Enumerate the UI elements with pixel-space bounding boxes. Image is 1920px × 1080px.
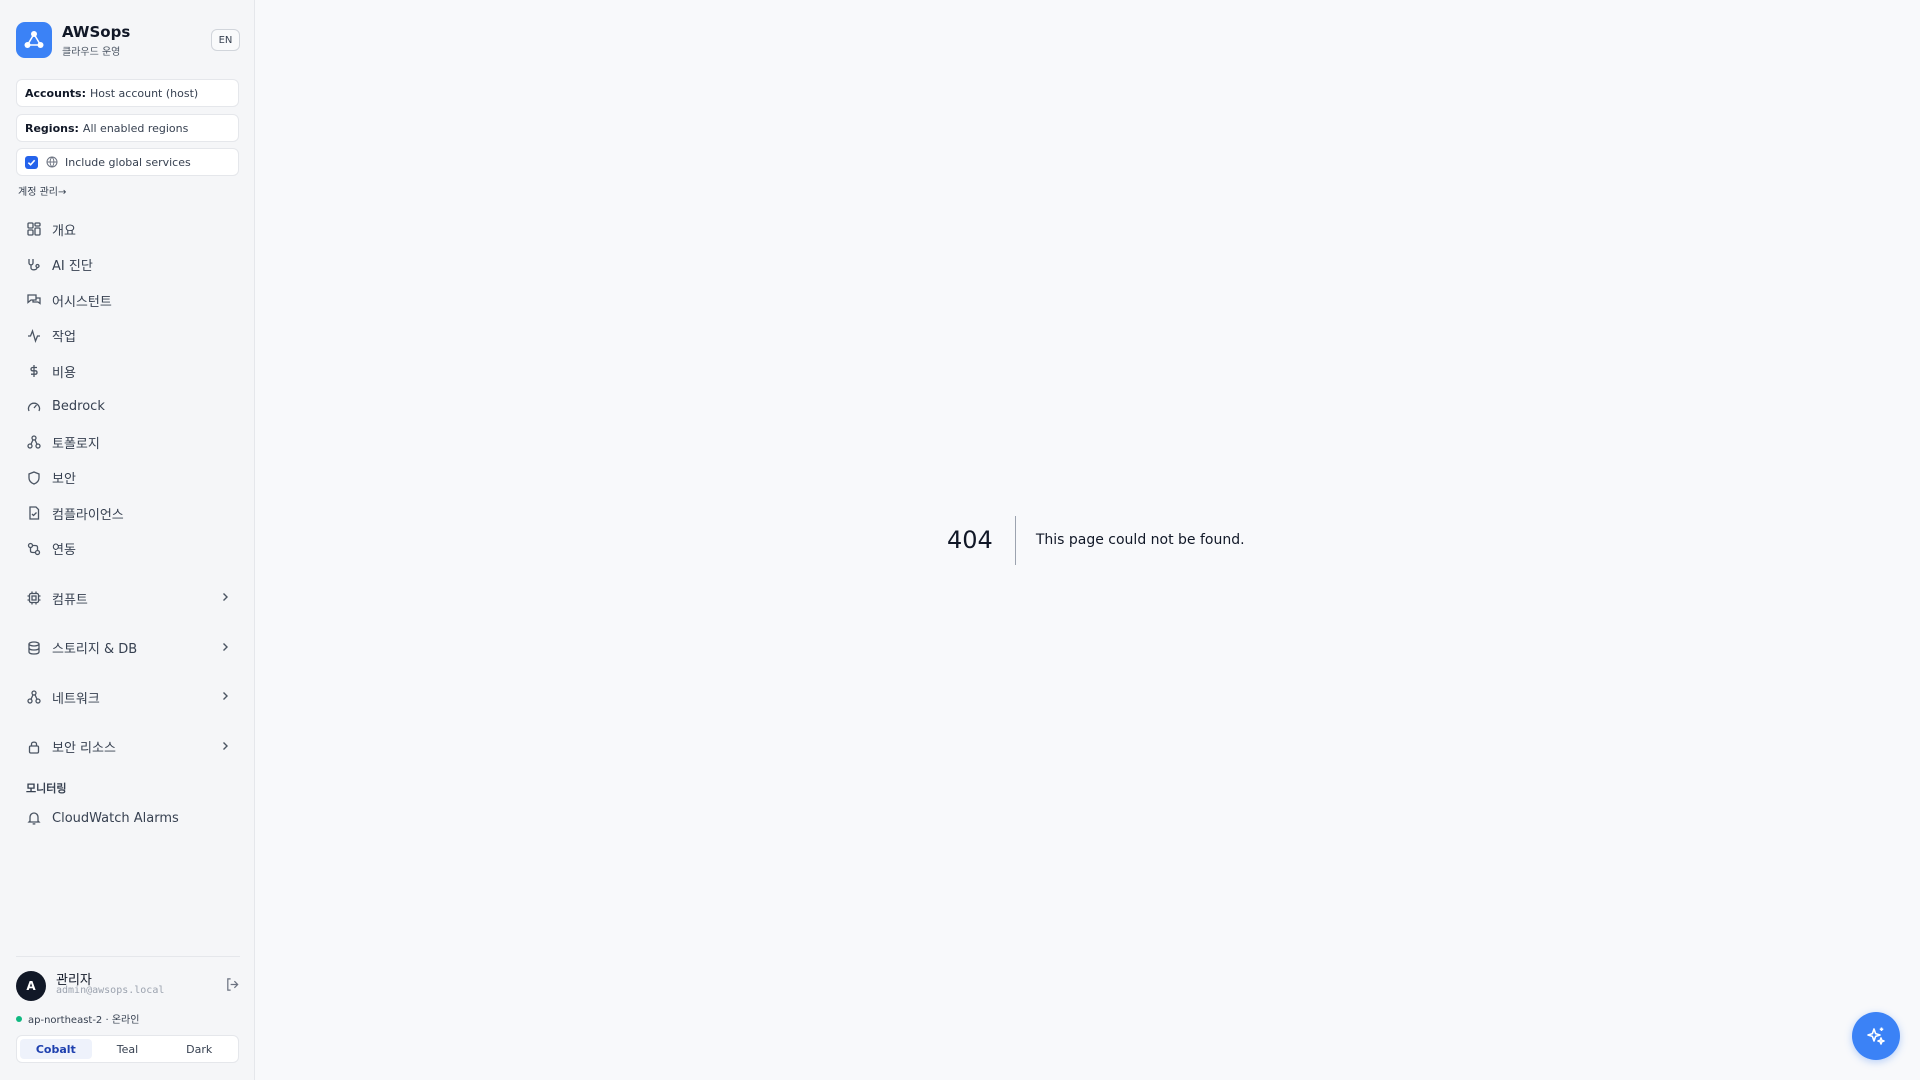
ai-assistant-button[interactable] bbox=[1852, 1012, 1900, 1060]
app-subtitle: 클라우드 운영 bbox=[62, 47, 121, 58]
nav-item-label: 비용 bbox=[52, 365, 76, 381]
error-code: 404 bbox=[947, 526, 993, 554]
nav-item-bedrock[interactable]: Bedrock bbox=[16, 391, 239, 423]
nav-item-label: 작업 bbox=[52, 330, 76, 345]
app-name: AWSops bbox=[62, 23, 131, 41]
nav-item-label: 개요 bbox=[52, 223, 76, 239]
gauge-icon bbox=[26, 399, 42, 415]
account-management-link[interactable]: 계정 관리→ bbox=[18, 183, 66, 198]
nav-item-label: 보안 bbox=[52, 472, 76, 487]
grid-icon bbox=[26, 221, 42, 237]
nav-item-label: Bedrock bbox=[52, 399, 105, 414]
theme-cobalt-button[interactable]: Cobalt bbox=[20, 1039, 92, 1059]
regions-selector[interactable]: Regions: All enabled regions bbox=[16, 114, 239, 142]
bell-icon bbox=[26, 810, 42, 826]
nav-item-label: 연동 bbox=[52, 543, 76, 558]
app-logo-icon bbox=[16, 22, 52, 58]
sidebar: AWSops 클라우드 운영 EN Accounts: Host account… bbox=[0, 0, 255, 1080]
nav-item-compliance[interactable]: 컴플라이언스 bbox=[16, 497, 239, 529]
nav-item-overview[interactable]: 개요 bbox=[16, 213, 239, 245]
shield-icon bbox=[26, 470, 42, 486]
monitoring-section-label: 모니터링 bbox=[26, 782, 67, 795]
nav-item-label: 어시스턴트 bbox=[52, 294, 112, 310]
chevron-right-icon bbox=[219, 641, 231, 653]
not-found-message: 404 This page could not be found. bbox=[947, 515, 1245, 565]
include-global-label: Include global services bbox=[65, 155, 191, 169]
chat-icon bbox=[26, 292, 42, 308]
globe-icon bbox=[46, 156, 58, 168]
network-icon bbox=[26, 689, 42, 705]
link-icon bbox=[26, 541, 42, 557]
theme-switcher: Cobalt Teal Dark bbox=[16, 1035, 239, 1063]
nav-item-cloudwatch-alarms[interactable]: CloudWatch Alarms bbox=[16, 802, 239, 834]
nav-group-compute[interactable]: 컴퓨트 bbox=[16, 582, 239, 614]
database-icon bbox=[26, 640, 42, 656]
error-message: This page could not be found. bbox=[1035, 532, 1245, 548]
theme-teal-button[interactable]: Teal bbox=[92, 1039, 164, 1059]
regions-value: All enabled regions bbox=[82, 121, 189, 135]
theme-dark-button[interactable]: Dark bbox=[163, 1039, 235, 1059]
language-toggle-button[interactable]: EN bbox=[211, 29, 240, 51]
nav-item-label: CloudWatch Alarms bbox=[52, 810, 179, 826]
nav-item-assistant[interactable]: 어시스턴트 bbox=[16, 284, 239, 316]
regions-label: Regions: bbox=[25, 121, 79, 135]
lock-icon bbox=[26, 739, 42, 755]
nav-item-label: AI 진단 bbox=[52, 259, 93, 274]
status-text: ap-northeast-2 · 온라인 bbox=[28, 1015, 140, 1026]
chevron-right-icon bbox=[219, 591, 231, 603]
nav-item-integrations[interactable]: 연동 bbox=[16, 533, 239, 565]
network-icon bbox=[26, 434, 42, 450]
nav-item-cost[interactable]: 비용 bbox=[16, 355, 239, 387]
nav-group-label: 컴퓨트 bbox=[52, 592, 88, 608]
nav-item-security[interactable]: 보안 bbox=[16, 462, 239, 494]
nav-item-ai-diagnosis[interactable]: AI 진단 bbox=[16, 249, 239, 281]
chevron-right-icon bbox=[219, 690, 231, 702]
accounts-value: Host account (host) bbox=[89, 86, 199, 100]
nav-group-label: 보안 리소스 bbox=[52, 741, 116, 756]
stethoscope-icon bbox=[26, 257, 42, 273]
nav-item-label: 토폴로지 bbox=[52, 436, 100, 452]
main-content: 404 This page could not be found. bbox=[256, 0, 1920, 1080]
accounts-selector[interactable]: Accounts: Host account (host) bbox=[16, 79, 239, 107]
dollar-icon bbox=[26, 363, 42, 379]
user-card: A 관리자 admin@awsops.local ap-northeast-2 … bbox=[16, 956, 240, 1063]
brand: AWSops 클라우드 운영 EN bbox=[16, 22, 240, 58]
nav-item-label: 컴플라이언스 bbox=[52, 507, 124, 523]
document-check-icon bbox=[26, 505, 42, 521]
chevron-right-icon bbox=[219, 740, 231, 752]
include-global-checkbox[interactable] bbox=[25, 155, 38, 169]
cpu-icon bbox=[26, 590, 42, 606]
status-dot bbox=[16, 1015, 22, 1022]
sparkles-icon bbox=[1865, 1025, 1887, 1047]
nav-group-storage-db[interactable]: 스토리지 & DB bbox=[16, 632, 239, 664]
nav-group-network[interactable]: 네트워크 bbox=[16, 681, 239, 713]
connection-status: ap-northeast-2 · 온라인 bbox=[16, 1011, 139, 1026]
activity-icon bbox=[26, 328, 42, 344]
nav-item-topology[interactable]: 토폴로지 bbox=[16, 426, 239, 458]
nav-group-security-resources[interactable]: 보안 리소스 bbox=[16, 731, 239, 763]
include-global-services-toggle[interactable]: Include global services bbox=[16, 148, 239, 176]
user-email: admin@awsops.local bbox=[56, 985, 165, 996]
logout-icon[interactable] bbox=[225, 977, 240, 992]
nav-item-operations[interactable]: 작업 bbox=[16, 320, 239, 352]
accounts-label: Accounts: bbox=[25, 86, 86, 100]
nav-group-label: 스토리지 & DB bbox=[52, 642, 138, 657]
avatar[interactable]: A bbox=[16, 971, 46, 1001]
nav-group-label: 네트워크 bbox=[52, 691, 100, 707]
